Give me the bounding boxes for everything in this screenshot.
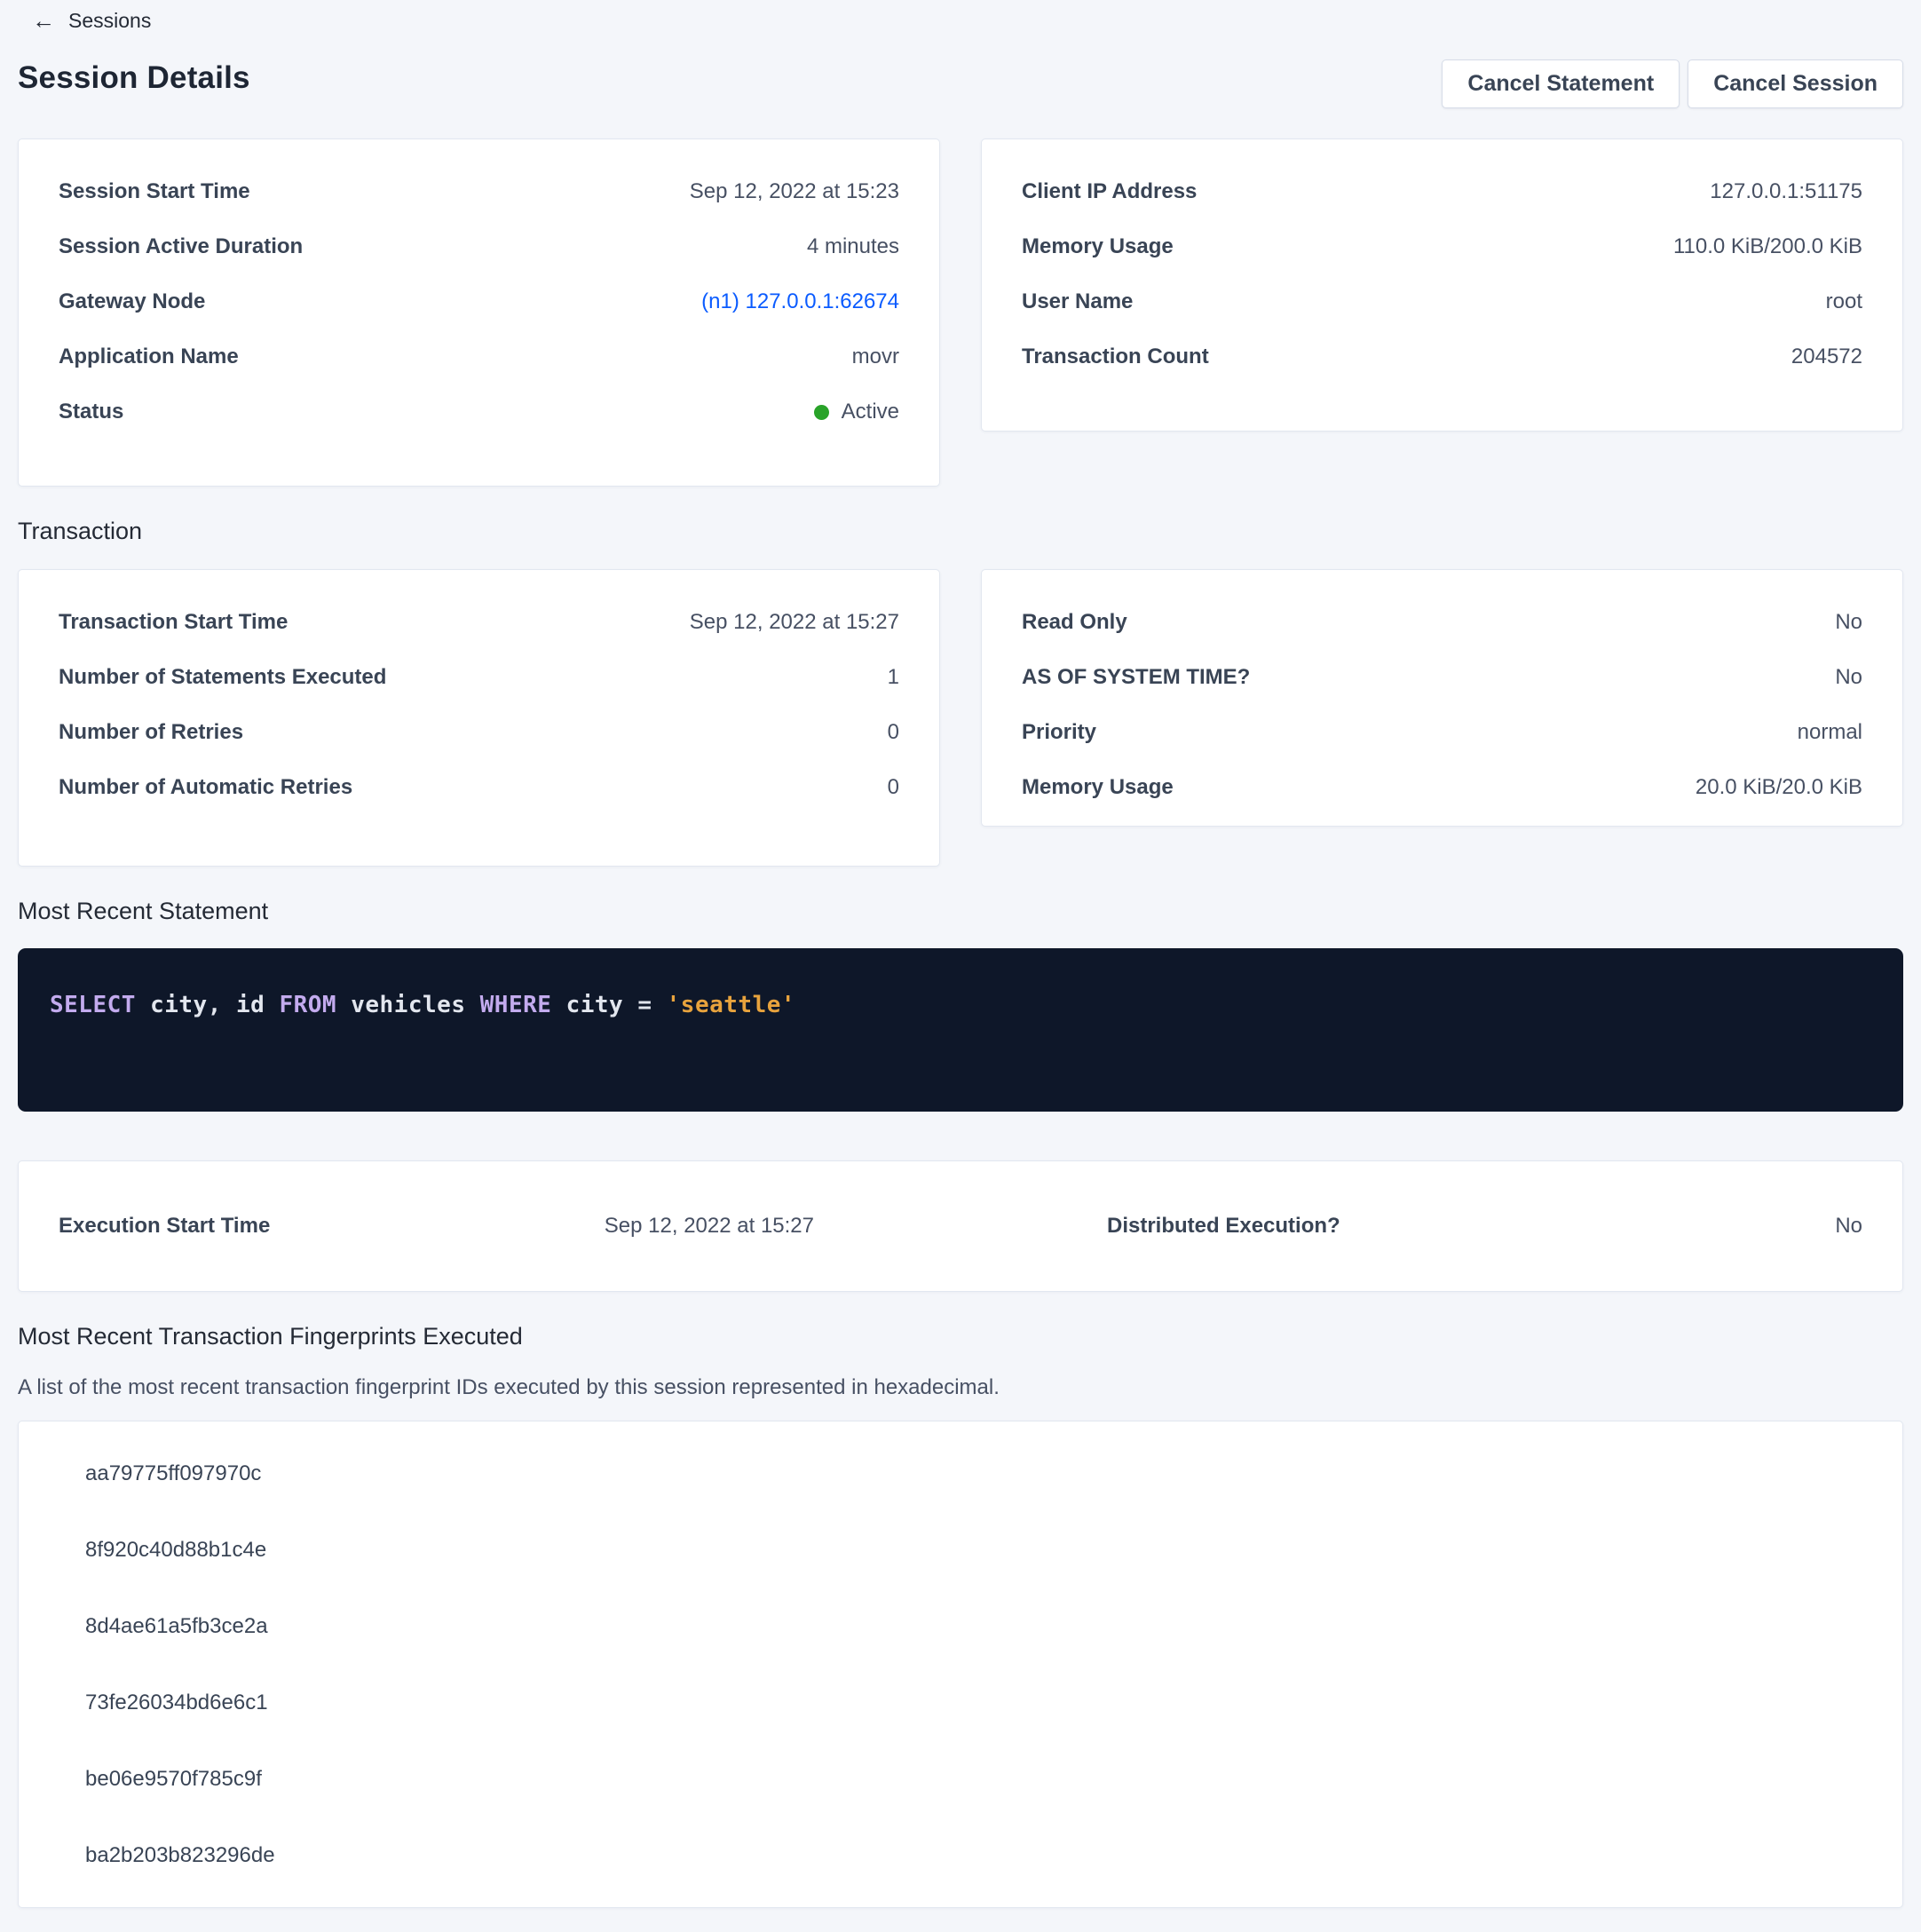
fingerprints-card: aa79775ff097970c 8f920c40d88b1c4e 8d4ae6… [18, 1421, 1903, 1908]
info-row: Session Start Time Sep 12, 2022 at 15:23 [59, 164, 899, 219]
read-only-value: No [1835, 610, 1862, 635]
info-row: Client IP Address 127.0.0.1:51175 [1022, 164, 1862, 219]
back-link[interactable]: ← Sessions [32, 9, 151, 32]
status-value: Active [842, 400, 899, 424]
back-link-label: Sessions [68, 9, 151, 32]
user-name-value: root [1826, 289, 1862, 314]
gateway-node-link[interactable]: (n1) 127.0.0.1:62674 [701, 289, 899, 314]
priority-value: normal [1798, 720, 1862, 745]
retries-label: Number of Retries [59, 720, 243, 745]
fingerprint-item: 8f920c40d88b1c4e [85, 1512, 1862, 1588]
transaction-count-value: 204572 [1791, 344, 1862, 369]
info-row: Application Name movr [59, 329, 899, 384]
sql-keyword: SELECT [50, 992, 136, 1018]
info-row: Execution Start Time Sep 12, 2022 at 15:… [59, 1214, 814, 1239]
info-row: Read Only No [1022, 595, 1862, 650]
cancel-session-button[interactable]: Cancel Session [1688, 59, 1903, 108]
fingerprint-item: aa79775ff097970c [85, 1436, 1862, 1512]
read-only-label: Read Only [1022, 610, 1127, 635]
transaction-start-time-label: Transaction Start Time [59, 610, 288, 635]
transaction-card-right: Read Only No AS OF SYSTEM TIME? No Prior… [981, 569, 1903, 827]
user-name-label: User Name [1022, 289, 1133, 314]
client-ip-label: Client IP Address [1022, 179, 1197, 204]
info-row: Priority normal [1022, 705, 1862, 760]
session-info-card-right: Client IP Address 127.0.0.1:51175 Memory… [981, 139, 1903, 432]
retries-value: 0 [888, 720, 899, 745]
sql-string-literal: 'seattle' [667, 992, 795, 1018]
info-row: Memory Usage 110.0 KiB/200.0 KiB [1022, 219, 1862, 274]
application-name-label: Application Name [59, 344, 239, 369]
breadcrumb: ← Sessions [18, 9, 1903, 33]
transaction-row: Transaction Start Time Sep 12, 2022 at 1… [18, 569, 1903, 867]
session-summary-row: Session Start Time Sep 12, 2022 at 15:23… [18, 139, 1903, 487]
memory-usage-label: Memory Usage [1022, 234, 1174, 259]
page-title: Session Details [18, 59, 250, 97]
statements-executed-value: 1 [888, 665, 899, 690]
automatic-retries-value: 0 [888, 775, 899, 800]
info-row: Number of Retries 0 [59, 705, 899, 760]
sql-identifiers: city = [551, 992, 666, 1018]
fingerprints-description: A list of the most recent transaction fi… [18, 1374, 1903, 1401]
status-active-dot-icon [814, 405, 829, 420]
priority-label: Priority [1022, 720, 1096, 745]
transaction-section-heading: Transaction [18, 518, 1903, 545]
info-row: Distributed Execution? No [1107, 1214, 1862, 1239]
client-ip-value: 127.0.0.1:51175 [1710, 179, 1862, 204]
info-row: Transaction Count 204572 [1022, 329, 1862, 384]
txn-memory-usage-label: Memory Usage [1022, 775, 1174, 800]
info-row: Status Active [59, 384, 899, 439]
cancel-statement-button[interactable]: Cancel Statement [1442, 59, 1680, 108]
statements-executed-label: Number of Statements Executed [59, 665, 386, 690]
as-of-system-time-label: AS OF SYSTEM TIME? [1022, 665, 1250, 690]
session-active-duration-value: 4 minutes [807, 234, 899, 259]
fingerprint-item: be06e9570f785c9f [85, 1741, 1862, 1817]
execution-start-time-value: Sep 12, 2022 at 15:27 [605, 1214, 814, 1239]
txn-memory-usage-value: 20.0 KiB/20.0 KiB [1696, 775, 1862, 800]
info-row: AS OF SYSTEM TIME? No [1022, 650, 1862, 705]
info-row: Transaction Start Time Sep 12, 2022 at 1… [59, 595, 899, 650]
fingerprint-item: 73fe26034bd6e6c1 [85, 1665, 1862, 1741]
as-of-system-time-value: No [1835, 665, 1862, 690]
transaction-count-label: Transaction Count [1022, 344, 1209, 369]
sql-statement-box: SELECT city, id FROM vehicles WHERE city… [18, 948, 1903, 1112]
statement-section-heading: Most Recent Statement [18, 898, 1903, 925]
fingerprint-item: 8d4ae61a5fb3ce2a [85, 1588, 1862, 1665]
status-label: Status [59, 400, 123, 424]
info-row: User Name root [1022, 274, 1862, 329]
session-active-duration-label: Session Active Duration [59, 234, 303, 259]
fingerprints-section-heading: Most Recent Transaction Fingerprints Exe… [18, 1323, 1903, 1350]
sql-keyword: WHERE [480, 992, 552, 1018]
automatic-retries-label: Number of Automatic Retries [59, 775, 352, 800]
session-info-card-left: Session Start Time Sep 12, 2022 at 15:23… [18, 139, 940, 487]
transaction-card-left: Transaction Start Time Sep 12, 2022 at 1… [18, 569, 940, 867]
sql-statement-text: SELECT city, id FROM vehicles WHERE city… [50, 992, 795, 1018]
transaction-start-time-value: Sep 12, 2022 at 15:27 [690, 610, 899, 635]
session-start-time-value: Sep 12, 2022 at 15:23 [690, 179, 899, 204]
status-badge: Active [814, 400, 899, 424]
distributed-execution-label: Distributed Execution? [1107, 1214, 1340, 1239]
info-row: Session Active Duration 4 minutes [59, 219, 899, 274]
sql-identifiers: city, id [136, 992, 280, 1018]
info-row: Memory Usage 20.0 KiB/20.0 KiB [1022, 760, 1862, 815]
execution-start-time-label: Execution Start Time [59, 1214, 270, 1239]
info-row: Gateway Node (n1) 127.0.0.1:62674 [59, 274, 899, 329]
sql-keyword: FROM [279, 992, 336, 1018]
gateway-node-label: Gateway Node [59, 289, 205, 314]
application-name-value: movr [852, 344, 899, 369]
distributed-execution-value: No [1835, 1214, 1862, 1239]
fingerprint-item: ba2b203b823296de [85, 1817, 1862, 1894]
back-arrow-icon: ← [32, 9, 55, 32]
info-row: Number of Statements Executed 1 [59, 650, 899, 705]
page-actions: Cancel Statement Cancel Session [1442, 59, 1903, 108]
session-start-time-label: Session Start Time [59, 179, 250, 204]
execution-card: Execution Start Time Sep 12, 2022 at 15:… [18, 1160, 1903, 1292]
memory-usage-value: 110.0 KiB/200.0 KiB [1673, 234, 1862, 259]
info-row: Number of Automatic Retries 0 [59, 760, 899, 815]
sql-identifiers: vehicles [336, 992, 480, 1018]
